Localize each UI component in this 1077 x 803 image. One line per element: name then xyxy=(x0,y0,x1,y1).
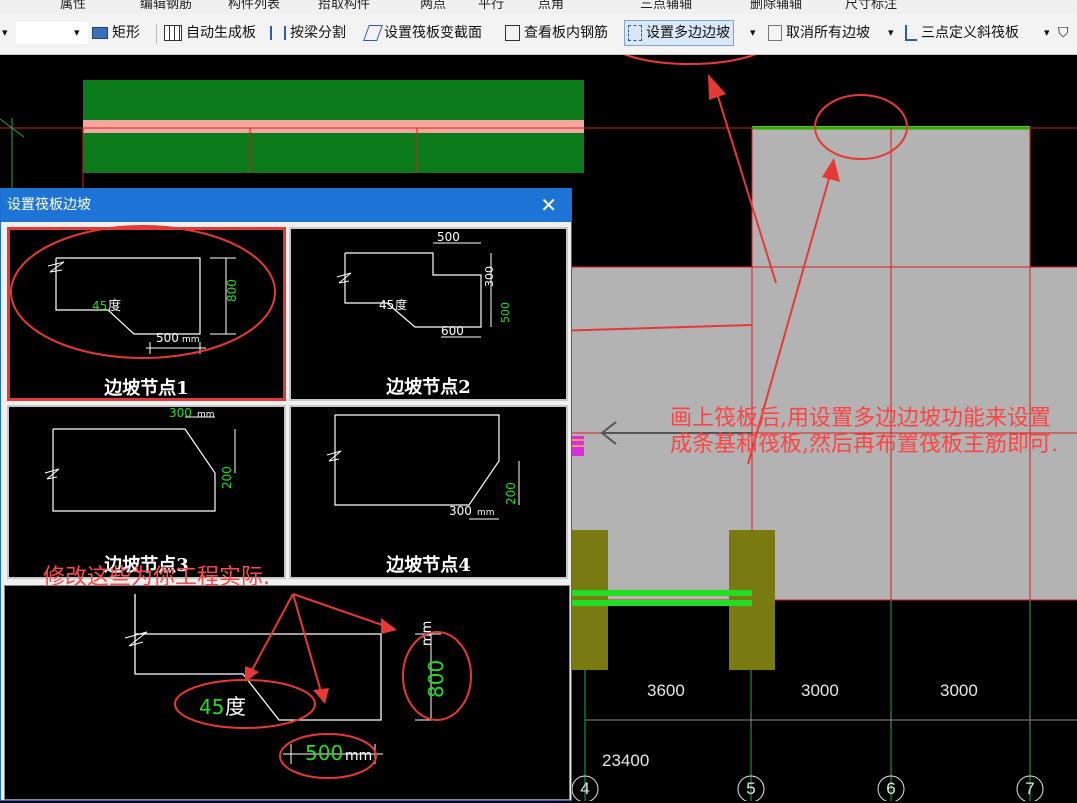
node-2-h1: 300 xyxy=(483,266,496,287)
menu-item-parallel[interactable]: 平行 xyxy=(478,0,504,12)
grid-icon xyxy=(164,25,182,41)
slope-dialog: 设置筏板边坡 ✕ 45 度 800 500 mm 边坡节点1 500 300 5… xyxy=(0,188,572,801)
filter-icon[interactable]: ⛉ xyxy=(1058,20,1069,46)
node-3-width: 300 xyxy=(169,407,192,420)
node-2-h2: 500 xyxy=(499,302,512,323)
node-3-height: 200 xyxy=(220,466,234,489)
annotation-note: 画上筏板后,用设置多边边坡功能来设置成条基和筏板,然后再布置筏板主筋即可. xyxy=(670,406,1058,457)
three-point-slab-button[interactable]: 三点定义斜筏板 xyxy=(905,20,1019,46)
dialog-title: 设置筏板边坡 xyxy=(7,197,91,213)
close-icon[interactable]: ✕ xyxy=(540,189,557,222)
node-4-label: 边坡节点4 xyxy=(386,555,471,576)
toolbar-highlight-ellipse xyxy=(623,55,757,65)
set-section-button[interactable]: 设置筏板变截面 xyxy=(363,20,482,46)
auto-slab-button[interactable]: 自动生成板 xyxy=(164,20,256,46)
preview-angle-unit: 度 xyxy=(225,695,246,719)
preview-angle: 45 xyxy=(199,695,224,719)
strip-footing-top xyxy=(83,80,584,120)
axis-label-4: 4 xyxy=(580,779,590,798)
split-icon xyxy=(270,26,286,40)
menu-item-properties[interactable]: 属性 xyxy=(60,0,86,12)
set-multi-slope-button[interactable]: 设置多边边坡 xyxy=(624,20,734,46)
menu-item-three-point-axis[interactable]: 三点辅轴 xyxy=(640,0,692,12)
dimension-3600: 3600 xyxy=(647,681,685,700)
node-2-label: 边坡节点2 xyxy=(386,377,471,398)
preview-height: 800 xyxy=(424,660,448,698)
multi-slope-dropdown-icon[interactable]: ▾ xyxy=(750,20,756,46)
node-4-height: 200 xyxy=(504,482,518,505)
separator xyxy=(156,24,157,44)
combo-chevron-icon[interactable]: ▾ xyxy=(74,20,80,46)
section-icon xyxy=(363,25,383,41)
rect-button[interactable]: 矩形 xyxy=(92,20,140,46)
node-2-top: 500 xyxy=(437,230,460,244)
preview-diagram: 45 度 800 mm 500 mm xyxy=(124,593,472,779)
cancel-slope-button[interactable]: 取消所有边坡 xyxy=(768,20,870,46)
edit-note: 修改这些为你工程实际. xyxy=(43,565,270,590)
node-2-bottom: 600 xyxy=(441,324,464,338)
slope-node-2[interactable]: 500 300 500 600 45 度 边坡节点2 xyxy=(289,227,568,401)
total-dimension: 23400 xyxy=(602,751,650,770)
node-3-unit: mm xyxy=(197,410,215,420)
axis-label-7: 7 xyxy=(1025,779,1035,798)
menu-item-point-angle[interactable]: 点角 xyxy=(538,0,564,12)
split-by-beam-button[interactable]: 按梁分割 xyxy=(270,20,346,46)
slope-node-4[interactable]: 300 mm 200 边坡节点4 xyxy=(289,405,568,579)
strip-footing-bottom xyxy=(83,133,584,173)
menu-item-dimension[interactable]: 尺寸标注 xyxy=(845,0,897,12)
node-4-unit: mm xyxy=(477,508,495,518)
slope-preview: 45 度 800 mm 500 mm xyxy=(4,585,570,800)
menu-item-pick[interactable]: 拾取构件 xyxy=(318,0,370,12)
menu-item-two-point[interactable]: 两点 xyxy=(420,0,446,12)
menu-item-component-list[interactable]: 构件列表 xyxy=(228,0,280,12)
menu-item-edit-rebar[interactable]: 编辑钢筋 xyxy=(140,0,192,12)
node-2-angle-unit: 度 xyxy=(395,297,407,312)
strip-footing-middle xyxy=(83,120,584,133)
slope-icon xyxy=(628,25,642,41)
preview-width-unit: mm xyxy=(345,748,372,764)
node-4-width: 300 xyxy=(449,504,472,518)
view-rebar-button[interactable]: 查看板内钢筋 xyxy=(505,20,608,46)
axis-label-5: 5 xyxy=(746,779,756,798)
main-toolbar: ▾ ▾ 矩形 自动生成板 按梁分割 设置筏板变截面 查看板内钢筋 设置多边边坡 … xyxy=(0,14,1077,55)
dimension-3000-b: 3000 xyxy=(940,681,978,700)
dimension-3000-a: 3000 xyxy=(801,681,839,700)
three-point-dropdown-icon[interactable]: ▾ xyxy=(1044,20,1050,46)
node-2-angle: 45 xyxy=(379,298,394,312)
menu-item-delete-axis[interactable]: 删除辅轴 xyxy=(750,0,802,12)
slope-node-3[interactable]: 300 mm 200 边坡节点3 xyxy=(7,405,286,579)
cancel-slope-icon xyxy=(768,25,782,41)
chevron-down-icon[interactable]: ▾ xyxy=(2,20,8,46)
dialog-titlebar: 设置筏板边坡 ✕ xyxy=(1,189,571,222)
preview-width: 500 xyxy=(305,741,343,765)
top-menu-bar: 属性 编辑钢筋 构件列表 拾取构件 两点 平行 点角 三点辅轴 删除辅轴 尺寸标… xyxy=(0,0,1077,15)
cancel-dropdown-icon[interactable]: ▾ xyxy=(888,20,894,46)
axis-label-6: 6 xyxy=(886,779,896,798)
rebar-view-icon xyxy=(505,25,520,41)
three-point-icon xyxy=(905,25,917,41)
node-1-highlight xyxy=(10,225,276,359)
rect-icon xyxy=(92,27,108,39)
